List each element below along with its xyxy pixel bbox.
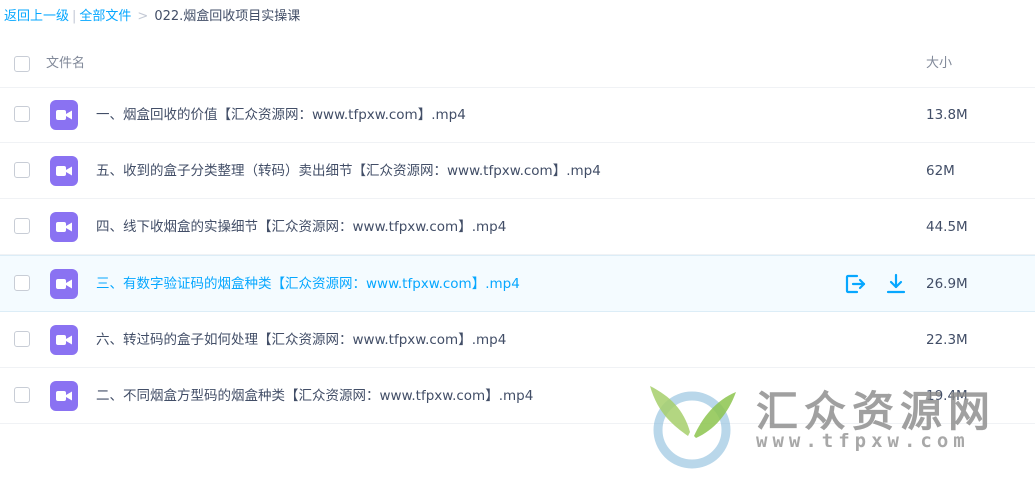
- watermark-url: www.tfpxw.com: [756, 430, 970, 452]
- file-name[interactable]: 四、线下收烟盒的实操细节【汇众资源网：www.tfpxw.com】.mp4: [96, 217, 506, 237]
- file-size: 22.3M: [926, 332, 968, 348]
- select-all-checkbox[interactable]: [14, 56, 30, 72]
- breadcrumb-chevron: >: [137, 9, 149, 24]
- file-name[interactable]: 三、有数字验证码的烟盒种类【汇众资源网：www.tfpxw.com】.mp4: [96, 274, 520, 294]
- back-link[interactable]: 返回上一级: [4, 9, 69, 24]
- all-files-link[interactable]: 全部文件: [79, 9, 131, 24]
- file-size: 13.8M: [926, 107, 968, 123]
- row-checkbox[interactable]: [14, 106, 30, 122]
- file-row-hovered[interactable]: 三、有数字验证码的烟盒种类【汇众资源网：www.tfpxw.com】.mp4 2…: [0, 255, 1035, 312]
- breadcrumb: 返回上一级 | 全部文件 >022.烟盒回收项目实操课: [4, 6, 300, 28]
- breadcrumb-divider: |: [72, 9, 77, 24]
- video-file-icon: [50, 100, 78, 130]
- video-file-icon: [50, 381, 78, 411]
- video-file-icon: [50, 212, 78, 242]
- row-checkbox[interactable]: [14, 275, 30, 291]
- row-checkbox[interactable]: [14, 162, 30, 178]
- file-list-header: 文件名 大小: [0, 40, 1035, 88]
- row-checkbox[interactable]: [14, 331, 30, 347]
- file-size: 44.5M: [926, 219, 968, 235]
- file-row[interactable]: 六、转过码的盒子如何处理【汇众资源网：www.tfpxw.com】.mp4 22…: [0, 312, 1035, 368]
- file-row[interactable]: 二、不同烟盒方型码的烟盒种类【汇众资源网：www.tfpxw.com】.mp4 …: [0, 368, 1035, 424]
- filename-column-header[interactable]: 文件名: [46, 55, 85, 73]
- file-size: 19.4M: [926, 388, 968, 404]
- download-icon[interactable]: [884, 272, 908, 296]
- video-file-icon: [50, 156, 78, 186]
- file-row[interactable]: 五、收到的盒子分类整理（转码）卖出细节【汇众资源网：www.tfpxw.com】…: [0, 143, 1035, 199]
- file-name[interactable]: 六、转过码的盒子如何处理【汇众资源网：www.tfpxw.com】.mp4: [96, 330, 506, 350]
- row-checkbox[interactable]: [14, 218, 30, 234]
- file-row[interactable]: 一、烟盒回收的价值【汇众资源网：www.tfpxw.com】.mp4 13.8M: [0, 87, 1035, 143]
- breadcrumb-current: 022.烟盒回收项目实操课: [154, 9, 301, 24]
- row-checkbox[interactable]: [14, 387, 30, 403]
- share-icon[interactable]: [843, 272, 867, 296]
- file-size: 62M: [926, 163, 955, 179]
- file-row[interactable]: 四、线下收烟盒的实操细节【汇众资源网：www.tfpxw.com】.mp4 44…: [0, 199, 1035, 255]
- file-name[interactable]: 一、烟盒回收的价值【汇众资源网：www.tfpxw.com】.mp4: [96, 105, 466, 125]
- file-size: 26.9M: [926, 276, 968, 292]
- size-column-header[interactable]: 大小: [926, 55, 952, 73]
- file-name[interactable]: 二、不同烟盒方型码的烟盒种类【汇众资源网：www.tfpxw.com】.mp4: [96, 386, 533, 406]
- video-file-icon: [50, 325, 78, 355]
- video-file-icon: [50, 269, 78, 299]
- file-name[interactable]: 五、收到的盒子分类整理（转码）卖出细节【汇众资源网：www.tfpxw.com】…: [96, 161, 601, 181]
